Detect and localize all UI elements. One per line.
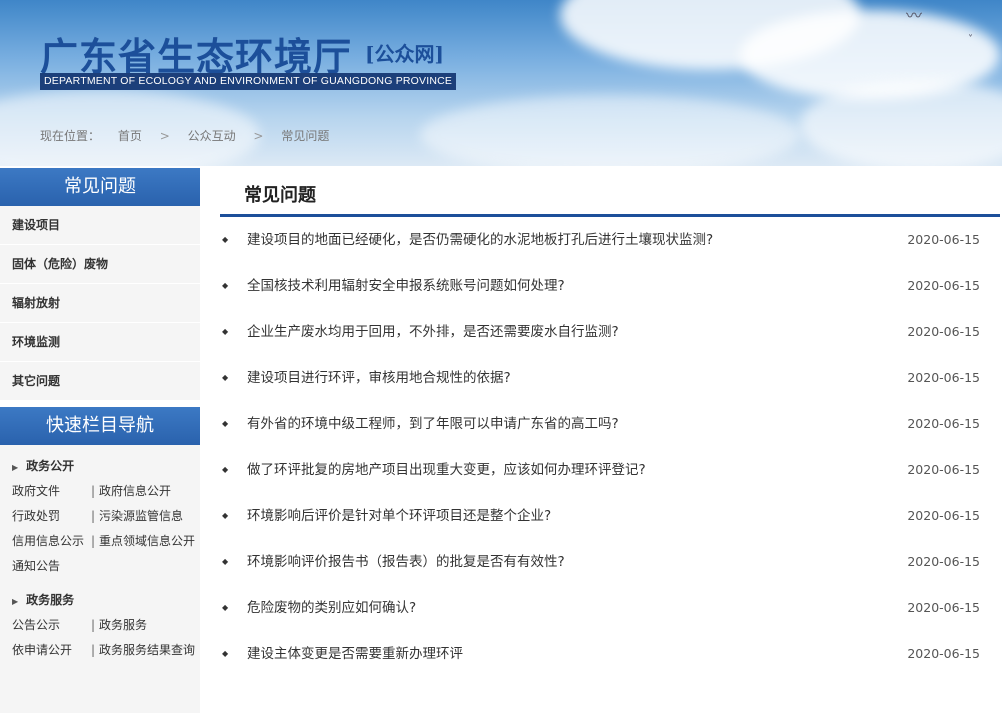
faq-item[interactable]: ◆ 建设项目进行环评，审核用地合规性的依据? 2020-06-15 <box>220 355 1000 401</box>
site-logo-tag: [公众网] <box>365 42 444 66</box>
link-divider: | <box>90 618 96 632</box>
faq-date: 2020-06-15 <box>907 508 980 523</box>
faq-date: 2020-06-15 <box>907 370 980 385</box>
quick-nav-title: 快速栏目导航 <box>0 407 200 445</box>
breadcrumb-label: 现在位置： <box>40 129 101 143</box>
faq-question-link[interactable]: 环境影响评价报告书（报告表）的批复是否有有效性? <box>247 539 565 585</box>
bird-icon: 〰 <box>906 6 923 25</box>
sidebar-item-radiation[interactable]: 辐射放射 <box>0 284 200 323</box>
faq-date: 2020-06-15 <box>907 554 980 569</box>
faq-date: 2020-06-15 <box>907 600 980 615</box>
quick-nav: ▶ 政务公开 政府文件 | 政府信息公开 行政处罚 | 污染源监管信息 信用信息公示 | 重点… <box>0 445 200 713</box>
link-divider: | <box>90 534 96 548</box>
faq-date: 2020-06-15 <box>907 646 980 661</box>
page-title: 常见问题 <box>220 168 1000 217</box>
diamond-bullet-icon: ◆ <box>222 511 229 520</box>
breadcrumb-separator: > <box>253 129 264 143</box>
faq-question-link[interactable]: 有外省的环境中级工程师，到了年限可以申请广东省的高工吗? <box>247 401 619 447</box>
quick-link[interactable]: 信用信息公示 <box>12 529 87 554</box>
faq-question-link[interactable]: 做了环评批复的房地产项目出现重大变更，应该如何办理环评登记? <box>247 447 646 493</box>
faq-date: 2020-06-15 <box>907 232 980 247</box>
faq-list: ◆ 建设项目的地面已经硬化，是否仍需硬化的水泥地板打孔后进行土壤现状监测? 2020… <box>220 217 1000 677</box>
main-content: 常见问题 ◆ 建设项目的地面已经硬化，是否仍需硬化的水泥地板打孔后进行土壤现状监测… <box>220 168 1000 677</box>
quick-link[interactable]: 政府文件 <box>12 479 87 504</box>
diamond-bullet-icon: ◆ <box>222 557 229 566</box>
faq-item[interactable]: ◆ 环境影响后评价是针对单个环评项目还是整个企业? 2020-06-15 <box>220 493 1000 539</box>
faq-item[interactable]: ◆ 建设主体变更是否需要重新办理环评 2020-06-15 <box>220 631 1000 677</box>
diamond-bullet-icon: ◆ <box>222 649 229 658</box>
faq-item[interactable]: ◆ 全国核技术利用辐射安全申报系统账号问题如何处理? 2020-06-15 <box>220 263 1000 309</box>
quick-link[interactable]: 依申请公开 <box>12 638 87 663</box>
sidebar-item-solid-waste[interactable]: 固体（危险）废物 <box>0 245 200 284</box>
site-logo-english: DEPARTMENT OF ECOLOGY AND ENVIRONMENT OF… <box>40 73 457 90</box>
quick-link[interactable]: 政务服务 <box>99 613 147 638</box>
faq-question-link[interactable]: 全国核技术利用辐射安全申报系统账号问题如何处理? <box>247 263 565 309</box>
breadcrumb-public-interaction[interactable]: 公众互动 <box>188 127 236 144</box>
faq-item[interactable]: ◆ 做了环评批复的房地产项目出现重大变更，应该如何办理环评登记? 2020-06-1… <box>220 447 1000 493</box>
triangle-right-icon: ▶ <box>12 463 19 472</box>
quick-link[interactable]: 通知公告 <box>12 554 87 579</box>
diamond-bullet-icon: ◆ <box>222 327 229 336</box>
quick-links-row: 行政处罚 | 污染源监管信息 <box>0 504 200 529</box>
quick-group-label: 政务公开 <box>26 459 75 473</box>
quick-group-label: 政务服务 <box>26 593 75 607</box>
quick-links-row: 政府文件 | 政府信息公开 <box>0 479 200 504</box>
breadcrumb: 现在位置： 首页 > 公众互动 > 常见问题 <box>40 127 329 144</box>
faq-date: 2020-06-15 <box>907 462 980 477</box>
quick-link[interactable]: 重点领域信息公开 <box>99 529 195 554</box>
diamond-bullet-icon: ◆ <box>222 465 229 474</box>
sidebar-item-other[interactable]: 其它问题 <box>0 362 200 401</box>
diamond-bullet-icon: ◆ <box>222 603 229 612</box>
quick-link[interactable]: 公告公示 <box>12 613 87 638</box>
quick-link[interactable]: 污染源监管信息 <box>99 504 183 529</box>
link-divider: | <box>90 509 96 523</box>
diamond-bullet-icon: ◆ <box>222 281 229 290</box>
link-divider: | <box>90 484 96 498</box>
faq-item[interactable]: ◆ 危险废物的类别应如何确认? 2020-06-15 <box>220 585 1000 631</box>
site-header: 广东省生态环境厅 [公众网] DEPARTMENT OF ECOLOGY AND… <box>0 0 1002 166</box>
quick-links-row: 通知公告 <box>0 554 200 579</box>
quick-link[interactable]: 政府信息公开 <box>99 479 171 504</box>
faq-item[interactable]: ◆ 企业生产废水均用于回用，不外排，是否还需要废水自行监测? 2020-06-15 <box>220 309 1000 355</box>
faq-question-link[interactable]: 危险废物的类别应如何确认? <box>247 585 416 631</box>
faq-date: 2020-06-15 <box>907 324 980 339</box>
faq-item[interactable]: ◆ 建设项目的地面已经硬化，是否仍需硬化的水泥地板打孔后进行土壤现状监测? 2020… <box>220 217 1000 263</box>
breadcrumb-current: 常见问题 <box>281 129 330 143</box>
quick-links-row: 信用信息公示 | 重点领域信息公开 <box>0 529 200 554</box>
diamond-bullet-icon: ◆ <box>222 235 229 244</box>
faq-question-link[interactable]: 企业生产废水均用于回用，不外排，是否还需要废水自行监测? <box>247 309 619 355</box>
faq-item[interactable]: ◆ 环境影响评价报告书（报告表）的批复是否有有效性? 2020-06-15 <box>220 539 1000 585</box>
breadcrumb-home[interactable]: 首页 <box>118 127 142 144</box>
faq-item[interactable]: ◆ 有外省的环境中级工程师，到了年限可以申请广东省的高工吗? 2020-06-15 <box>220 401 1000 447</box>
faq-date: 2020-06-15 <box>907 416 980 431</box>
diamond-bullet-icon: ◆ <box>222 419 229 428</box>
quick-link[interactable]: 行政处罚 <box>12 504 87 529</box>
quick-links-row: 公告公示 | 政务服务 <box>0 613 200 638</box>
faq-question-link[interactable]: 建设项目的地面已经硬化，是否仍需硬化的水泥地板打孔后进行土壤现状监测? <box>247 217 713 263</box>
link-divider: | <box>90 643 96 657</box>
faq-question-link[interactable]: 建设主体变更是否需要重新办理环评 <box>247 631 463 677</box>
quick-link[interactable]: 政务服务结果查询 <box>99 638 195 663</box>
faq-question-link[interactable]: 建设项目进行环评，审核用地合规性的依据? <box>247 355 511 401</box>
faq-date: 2020-06-15 <box>907 278 980 293</box>
faq-question-link[interactable]: 环境影响后评价是针对单个环评项目还是整个企业? <box>247 493 551 539</box>
quick-group-title[interactable]: ▶ 政务公开 <box>0 453 200 479</box>
sidebar-item-monitoring[interactable]: 环境监测 <box>0 323 200 362</box>
quick-links-row: 依申请公开 | 政务服务结果查询 <box>0 638 200 663</box>
breadcrumb-separator: > <box>159 129 170 143</box>
sidebar-title: 常见问题 <box>0 168 200 206</box>
cloud-decoration <box>420 95 800 166</box>
diamond-bullet-icon: ◆ <box>222 373 229 382</box>
triangle-right-icon: ▶ <box>12 597 19 606</box>
quick-group-title[interactable]: ▶ 政务服务 <box>0 587 200 613</box>
sidebar-item-construction[interactable]: 建设项目 <box>0 206 200 245</box>
sidebar: 常见问题 建设项目 固体（危险）废物 辐射放射 环境监测 其它问题 快速栏目导航… <box>0 168 200 713</box>
bird-icon: ˅ <box>968 34 973 45</box>
